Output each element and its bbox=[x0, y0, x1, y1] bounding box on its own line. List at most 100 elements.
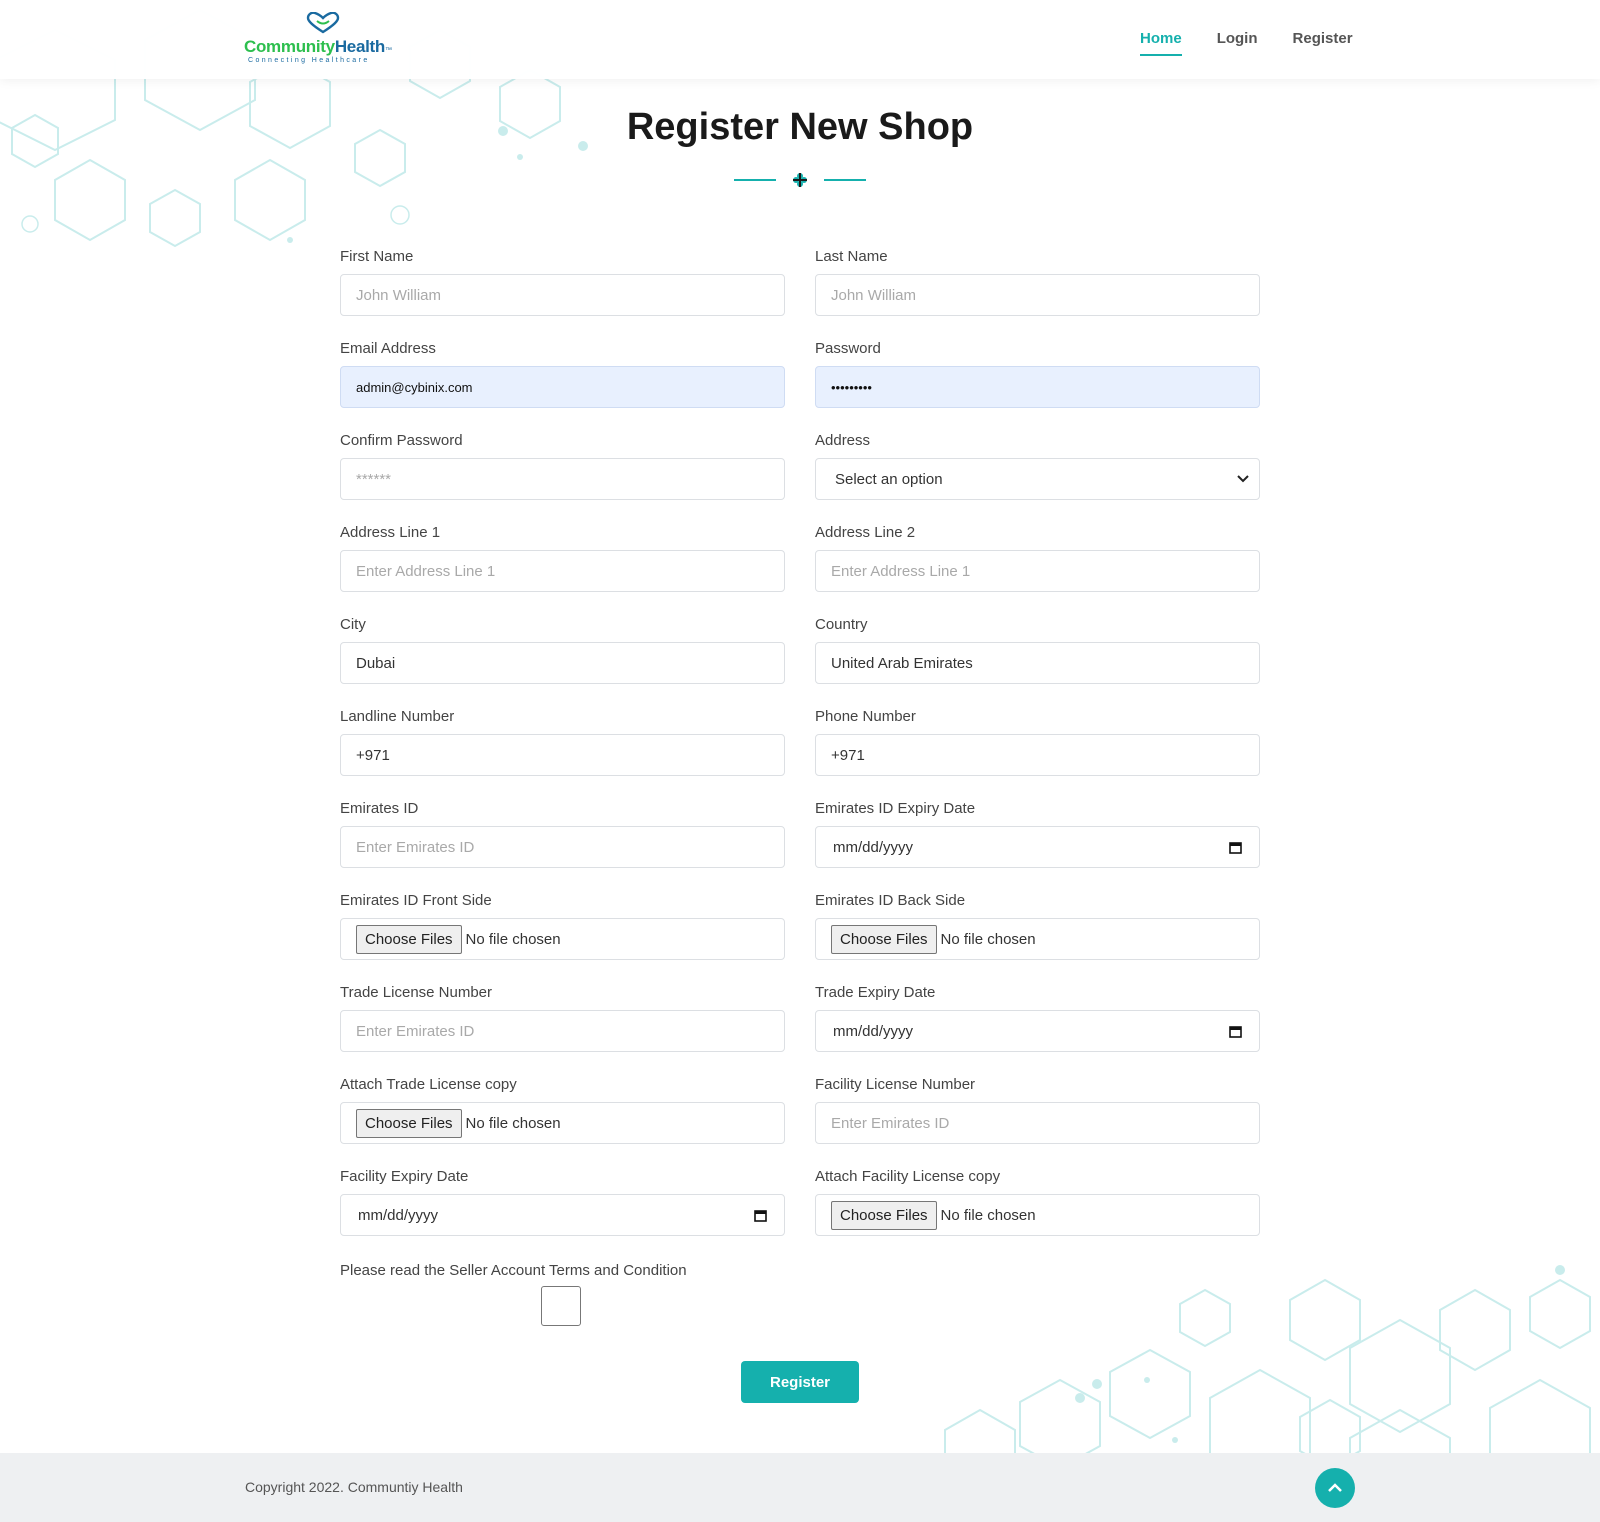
facility-license-copy-label: Attach Facility License copy bbox=[815, 1168, 1001, 1185]
emirates-id-back-label: Emirates ID Back Side bbox=[815, 892, 966, 909]
emirates-id-back-file-input: Choose Files No file chosen bbox=[815, 918, 1260, 960]
landline-value: +971 bbox=[356, 746, 390, 764]
address-line1-field: Address Line 1 bbox=[340, 524, 785, 592]
emirates-id-back-field: Emirates ID Back Side Choose Files No fi… bbox=[815, 892, 1260, 960]
facility-license-copy-field: Attach Facility License copy Choose File… bbox=[815, 1168, 1260, 1236]
address-field: Address Select an option bbox=[815, 432, 1260, 500]
emirates-id-front-field: Emirates ID Front Side Choose Files No f… bbox=[340, 892, 785, 960]
trade-license-number-label: Trade License Number bbox=[340, 984, 493, 1001]
landline-field: Landline Number +971 bbox=[340, 708, 785, 776]
city-input[interactable]: Dubai bbox=[340, 642, 785, 684]
email-label: Email Address bbox=[340, 340, 436, 357]
calendar-icon[interactable] bbox=[1229, 841, 1242, 854]
emirates-id-back-status: No file chosen bbox=[940, 930, 1036, 948]
trade-license-number-input[interactable] bbox=[340, 1010, 785, 1052]
confirm-password-field: Confirm Password bbox=[340, 432, 785, 500]
password-input[interactable]: ••••••••• bbox=[815, 366, 1260, 408]
confirm-password-input[interactable] bbox=[340, 458, 785, 500]
divider-line-left bbox=[734, 179, 776, 181]
emirates-id-front-label: Emirates ID Front Side bbox=[340, 892, 492, 909]
trade-license-number-field: Trade License Number bbox=[340, 984, 785, 1052]
email-field: Email Address admin@cybinix.com bbox=[340, 340, 785, 408]
nav-login[interactable]: Login bbox=[1217, 30, 1258, 56]
emirates-id-front-status: No file chosen bbox=[465, 930, 561, 948]
facility-license-number-input[interactable] bbox=[815, 1102, 1260, 1144]
facility-expiry-input[interactable]: mm/dd/yyyy bbox=[340, 1194, 785, 1236]
medical-leaf-icon bbox=[793, 173, 807, 187]
country-value: United Arab Emirates bbox=[831, 654, 973, 672]
logo-wordmark: CommunityHealth™ bbox=[244, 37, 392, 56]
address-line2-field: Address Line 2 bbox=[815, 524, 1260, 592]
logo-tagline: Connecting Healthcare bbox=[248, 57, 370, 64]
facility-expiry-field: Facility Expiry Date mm/dd/yyyy bbox=[340, 1168, 785, 1236]
heart-logo-icon bbox=[306, 12, 340, 34]
last-name-input[interactable] bbox=[815, 274, 1260, 316]
title-divider bbox=[734, 170, 866, 190]
site-footer: Copyright 2022. Communtiy Health bbox=[0, 1453, 1600, 1522]
trade-expiry-label: Trade Expiry Date bbox=[815, 984, 936, 1001]
divider-line-right bbox=[824, 179, 866, 181]
address-select[interactable]: Select an option bbox=[815, 458, 1260, 500]
facility-expiry-label: Facility Expiry Date bbox=[340, 1168, 469, 1185]
email-input[interactable]: admin@cybinix.com bbox=[340, 366, 785, 408]
main-nav: Home Login Register bbox=[1140, 30, 1353, 56]
chevron-down-icon bbox=[1237, 475, 1249, 483]
facility-license-number-label: Facility License Number bbox=[815, 1076, 976, 1093]
scroll-to-top-button[interactable] bbox=[1315, 1468, 1355, 1508]
last-name-field: Last Name bbox=[815, 248, 1260, 316]
city-value: Dubai bbox=[356, 654, 396, 672]
city-label: City bbox=[340, 616, 366, 633]
city-field: City Dubai bbox=[340, 616, 785, 684]
calendar-icon[interactable] bbox=[1229, 1025, 1242, 1038]
landline-input[interactable]: +971 bbox=[340, 734, 785, 776]
address-line1-label: Address Line 1 bbox=[340, 524, 441, 541]
trade-license-copy-field: Attach Trade License copy Choose Files N… bbox=[340, 1076, 785, 1144]
trade-expiry-value: mm/dd/yyyy bbox=[833, 1022, 914, 1040]
emirates-id-expiry-input[interactable]: mm/dd/yyyy bbox=[815, 826, 1260, 868]
trade-license-copy-file-input: Choose Files No file chosen bbox=[340, 1102, 785, 1144]
facility-expiry-value: mm/dd/yyyy bbox=[358, 1206, 439, 1224]
site-header: CommunityHealth™ Connecting Healthcare H… bbox=[0, 0, 1600, 79]
address-line2-label: Address Line 2 bbox=[815, 524, 916, 541]
trade-license-copy-choose-button[interactable]: Choose Files bbox=[356, 1108, 462, 1138]
emirates-id-input[interactable] bbox=[340, 826, 785, 868]
facility-license-copy-file-input: Choose Files No file chosen bbox=[815, 1194, 1260, 1236]
emirates-id-front-file-input: Choose Files No file chosen bbox=[340, 918, 785, 960]
phone-value: +971 bbox=[831, 746, 865, 764]
phone-label: Phone Number bbox=[815, 708, 916, 725]
address-selected-value: Select an option bbox=[835, 470, 943, 488]
phone-input[interactable]: +971 bbox=[815, 734, 1260, 776]
nav-register[interactable]: Register bbox=[1293, 30, 1353, 56]
chevron-up-icon bbox=[1328, 1483, 1342, 1492]
trade-license-copy-status: No file chosen bbox=[465, 1114, 561, 1132]
terms-checkbox[interactable] bbox=[541, 1286, 581, 1326]
register-button[interactable]: Register bbox=[741, 1361, 859, 1403]
first-name-field: First Name bbox=[340, 248, 785, 316]
first-name-input[interactable] bbox=[340, 274, 785, 316]
trade-expiry-field: Trade Expiry Date mm/dd/yyyy bbox=[815, 984, 1260, 1052]
facility-license-copy-choose-button[interactable]: Choose Files bbox=[831, 1200, 937, 1230]
password-label: Password bbox=[815, 340, 881, 357]
calendar-icon[interactable] bbox=[754, 1209, 767, 1222]
nav-home[interactable]: Home bbox=[1140, 30, 1182, 56]
community-health-logo[interactable]: CommunityHealth™ Connecting Healthcare bbox=[244, 12, 404, 68]
address-label: Address bbox=[815, 432, 871, 449]
emirates-id-field: Emirates ID bbox=[340, 800, 785, 868]
first-name-label: First Name bbox=[340, 248, 414, 265]
confirm-password-label: Confirm Password bbox=[340, 432, 463, 449]
last-name-label: Last Name bbox=[815, 248, 888, 265]
address-line2-input[interactable] bbox=[815, 550, 1260, 592]
password-field: Password ••••••••• bbox=[815, 340, 1260, 408]
emirates-id-back-choose-button[interactable]: Choose Files bbox=[831, 924, 937, 954]
facility-license-copy-status: No file chosen bbox=[940, 1206, 1036, 1224]
country-input[interactable]: United Arab Emirates bbox=[815, 642, 1260, 684]
terms-text: Please read the Seller Account Terms and… bbox=[340, 1262, 687, 1279]
page-title: Register New Shop bbox=[626, 106, 974, 148]
phone-field: Phone Number +971 bbox=[815, 708, 1260, 776]
email-value: admin@cybinix.com bbox=[356, 379, 473, 395]
copyright-text: Copyright 2022. Communtiy Health bbox=[245, 1479, 463, 1495]
emirates-id-expiry-value: mm/dd/yyyy bbox=[833, 838, 914, 856]
address-line1-input[interactable] bbox=[340, 550, 785, 592]
emirates-id-front-choose-button[interactable]: Choose Files bbox=[356, 924, 462, 954]
trade-expiry-input[interactable]: mm/dd/yyyy bbox=[815, 1010, 1260, 1052]
